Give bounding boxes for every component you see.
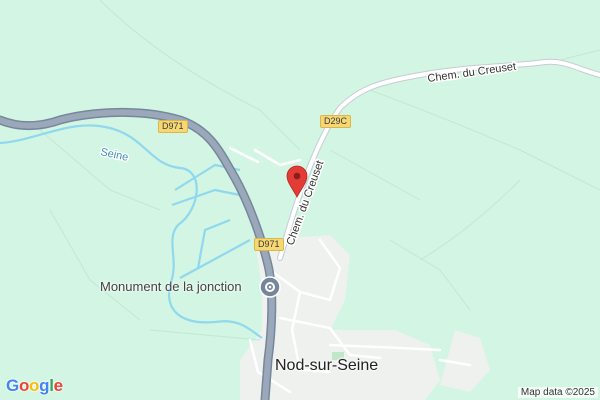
poi-label-monument[interactable]: Monument de la jonction (100, 279, 242, 294)
road-badge-d971-mid: D971 (254, 238, 284, 251)
road-d29c (277, 58, 600, 261)
map-view[interactable]: Chem. du Creuset Chem. du Creuset Seine … (0, 0, 600, 400)
river-label-seine: Seine (99, 146, 129, 164)
google-logo[interactable]: Google (6, 376, 63, 396)
monument-icon (259, 276, 281, 298)
map-attribution[interactable]: Map data ©2025 (517, 387, 598, 398)
road-badge-d971-top: D971 (158, 120, 188, 133)
road-label-chem-top: Chem. du Creuset (427, 61, 517, 85)
road-d971 (0, 107, 277, 400)
place-label-town[interactable]: Nod-sur-Seine (275, 357, 378, 375)
map-canvas: Chem. du Creuset Chem. du Creuset Seine (0, 0, 600, 400)
road-badge-d29c: D29C (320, 115, 352, 128)
